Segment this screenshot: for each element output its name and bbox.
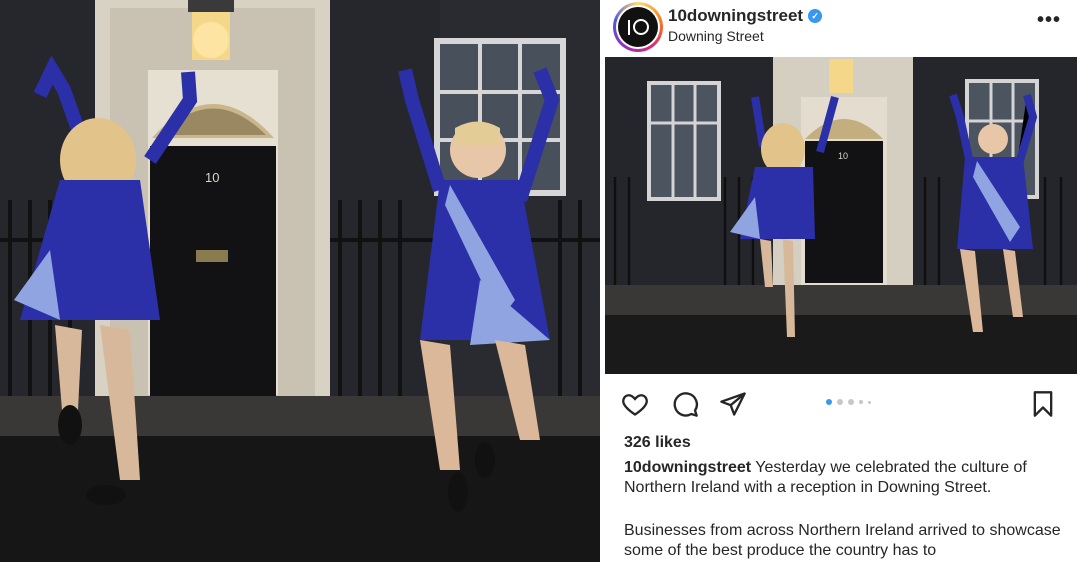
verified-badge-icon: ✓ [808,9,823,23]
heart-icon[interactable] [621,390,649,418]
avatar-digit-zero [632,19,649,35]
caption-paragraph-2: Businesses from across Northern Ireland … [624,522,1061,559]
carousel-dot [848,399,854,405]
carousel-dot [859,400,863,404]
carousel-indicator [826,399,871,405]
door-number-small: 10 [838,151,848,161]
comment-icon[interactable] [671,390,699,418]
post-header: 10downingstreet ✓ Downing Street ••• [605,0,1077,57]
caption-username[interactable]: 10downingstreet [624,459,751,476]
dancers-scene: 10 [0,0,600,562]
avatar-frame [616,5,660,49]
main-photo: 10 [0,0,600,562]
carousel-dot [826,399,832,405]
more-horizontal-icon[interactable]: ••• [1037,10,1061,30]
carousel-dot [868,400,871,404]
likes-count[interactable]: 326 likes [624,434,691,452]
post-photo[interactable]: 10 [605,57,1077,374]
username-link[interactable]: 10downingstreet [668,6,803,26]
post-actions [605,374,1077,432]
caption: 10downingstreet Yesterday we celebrated … [624,458,1064,498]
avatar[interactable] [618,7,658,47]
carousel-dot [837,399,843,405]
story-ring[interactable] [613,2,663,52]
bookmark-icon[interactable] [1029,390,1057,418]
paper-plane-icon[interactable] [719,390,747,418]
username-row: 10downingstreet ✓ [668,6,823,26]
post-photo-scene: 10 [605,57,1077,374]
door-number: 10 [205,170,219,185]
location-link[interactable]: Downing Street [668,28,764,44]
avatar-digit-one [627,19,630,35]
